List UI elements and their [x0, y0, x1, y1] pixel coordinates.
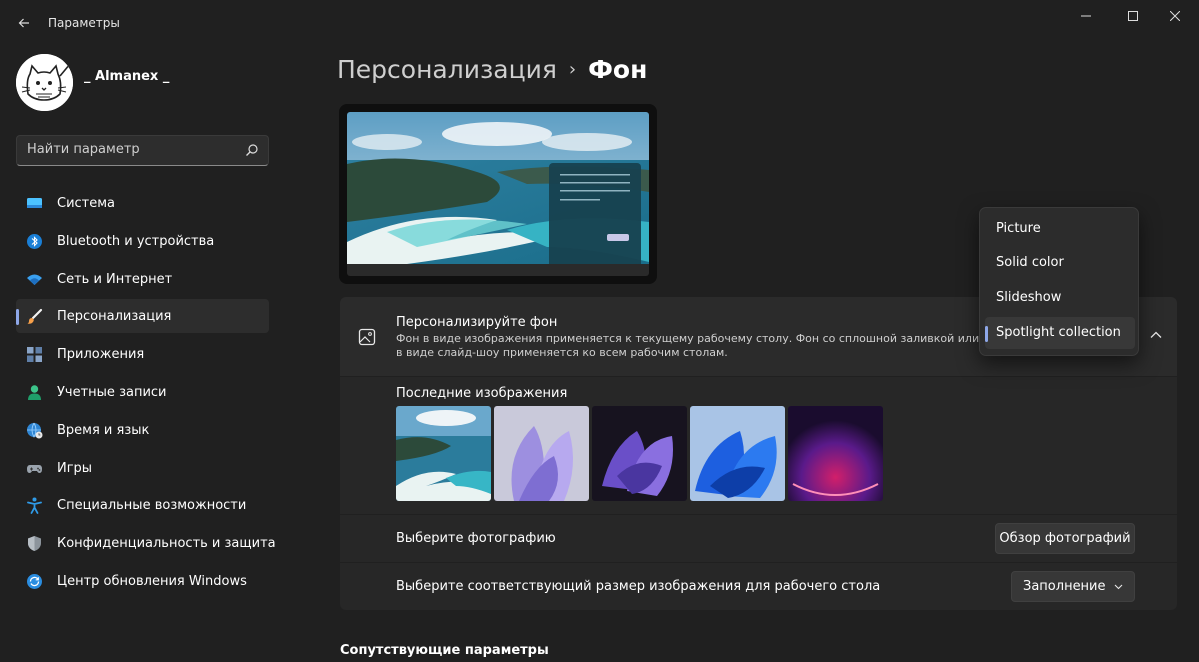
related-settings-heading: Сопутствующие параметры	[340, 643, 549, 658]
back-button[interactable]	[10, 10, 38, 36]
dropdown-option-label: Picture	[996, 221, 1041, 236]
globe-clock-icon	[27, 422, 43, 439]
minimize-button[interactable]	[1063, 0, 1109, 32]
image-fit-select[interactable]: Заполнение	[1011, 571, 1135, 602]
maximize-icon	[1128, 11, 1138, 21]
choose-photo-label: Выберите фотографию	[396, 531, 556, 546]
sidebar-item-label: Конфиденциальность и защита	[57, 536, 276, 552]
sidebar-nav: Система Bluetooth и устройства Сеть и Ин…	[16, 186, 276, 602]
sidebar-item-windows-update[interactable]: Центр обновления Windows	[16, 564, 269, 598]
breadcrumb-separator: ›	[568, 59, 577, 80]
maximize-button[interactable]	[1110, 0, 1156, 32]
cat-avatar-icon	[16, 54, 73, 111]
sidebar-item-label: Время и язык	[57, 422, 150, 438]
browse-photos-button[interactable]: Обзор фотографий	[995, 523, 1135, 554]
accessibility-icon	[27, 497, 42, 515]
chevron-up-icon[interactable]	[1149, 328, 1163, 342]
image-fit-value: Заполнение	[1023, 579, 1106, 594]
breadcrumb: Персонализация › Фон	[337, 55, 647, 91]
search-input[interactable]	[27, 142, 237, 157]
recent-image-beach[interactable]	[396, 406, 491, 501]
image-fit-label: Выберите соответствующий размер изображе…	[396, 579, 881, 594]
minimize-icon	[1081, 15, 1091, 17]
image-fit-row: Выберите соответствующий размер изображе…	[340, 563, 1177, 610]
sidebar-item-time-language[interactable]: Время и язык	[16, 413, 269, 447]
dropdown-option-solid-color[interactable]: Solid color	[985, 247, 1135, 279]
recent-image-purple-bloom-dark[interactable]	[592, 406, 687, 501]
shield-icon	[28, 536, 41, 552]
sidebar-item-label: Персонализация	[57, 309, 172, 325]
apps-icon	[27, 347, 42, 363]
sidebar-item-gaming[interactable]: Игры	[16, 451, 269, 485]
sidebar-item-network[interactable]: Сеть и Интернет	[16, 262, 269, 296]
recent-image-purple-bloom-light[interactable]	[494, 406, 589, 501]
sidebar-item-label: Система	[57, 196, 116, 211]
choose-photo-row: Выберите фотографию Обзор фотографий	[340, 515, 1177, 562]
person-icon	[28, 385, 41, 400]
blue-bloom-thumbnail	[690, 406, 785, 501]
dropdown-option-label: Solid color	[996, 255, 1064, 270]
sidebar-item-label: Bluetooth и устройства	[57, 233, 215, 249]
sidebar-item-personalization[interactable]: Персонализация	[16, 299, 269, 334]
desktop-preview	[339, 104, 657, 284]
wifi-icon	[27, 274, 42, 285]
sidebar-item-label: Учетные записи	[57, 384, 167, 400]
gamepad-icon	[27, 464, 42, 473]
page-title: Фон	[588, 55, 648, 84]
sidebar-item-label: Центр обновления Windows	[57, 573, 247, 589]
sidebar-item-system[interactable]: Система	[16, 186, 269, 220]
brush-icon	[27, 309, 43, 325]
user-name: _ Almanex _	[84, 69, 170, 84]
dropdown-option-picture[interactable]: Picture	[985, 213, 1135, 245]
sidebar-item-label: Приложения	[57, 347, 145, 363]
dropdown-option-label: Slideshow	[996, 290, 1062, 305]
red-glow-thumbnail	[788, 406, 883, 501]
recent-image-red-glow[interactable]	[788, 406, 883, 501]
avatar	[16, 54, 73, 111]
recent-images-label: Последние изображения	[396, 386, 568, 401]
beach-wallpaper-image	[347, 112, 649, 276]
beach-thumbnail	[396, 406, 491, 501]
purple-bloom-dark-thumbnail	[592, 406, 687, 501]
image-icon	[358, 328, 376, 346]
breadcrumb-parent[interactable]: Персонализация	[337, 55, 557, 84]
update-icon	[27, 573, 42, 589]
sidebar-item-label: Сеть и Интернет	[57, 271, 173, 287]
purple-bloom-light-thumbnail	[494, 406, 589, 501]
close-button[interactable]	[1152, 0, 1198, 32]
sidebar-item-privacy[interactable]: Конфиденциальность и защита	[16, 526, 276, 560]
app-title: Параметры	[48, 16, 120, 30]
dropdown-option-label: Spotlight collection	[996, 325, 1121, 340]
sidebar-item-label: Специальные возможности	[57, 498, 247, 514]
sidebar-item-accessibility[interactable]: Специальные возможности	[16, 488, 269, 522]
search-box[interactable]	[16, 135, 269, 166]
dropdown-option-slideshow[interactable]: Slideshow	[985, 282, 1135, 314]
sidebar-item-apps[interactable]: Приложения	[16, 337, 269, 371]
dropdown-option-spotlight-collection[interactable]: Spotlight collection	[985, 317, 1135, 349]
monitor-icon	[27, 198, 42, 208]
search-icon[interactable]	[245, 143, 259, 157]
recent-images-section: Последние изображения	[340, 377, 1177, 514]
back-arrow-icon	[18, 18, 29, 28]
chevron-down-icon	[1114, 584, 1123, 590]
recent-image-blue-bloom[interactable]	[690, 406, 785, 501]
card-description: Фон в виде изображения применяется к тек…	[396, 332, 980, 359]
close-icon	[1170, 11, 1180, 21]
sidebar-item-accounts[interactable]: Учетные записи	[16, 375, 269, 409]
background-type-dropdown: Picture Solid color Slideshow Spotlight …	[979, 207, 1139, 356]
card-title: Персонализируйте фон	[396, 315, 558, 330]
sidebar-item-bluetooth[interactable]: Bluetooth и устройства	[16, 224, 269, 258]
bluetooth-icon	[27, 233, 42, 249]
preview-wallpaper	[347, 112, 649, 276]
title-bar: Параметры	[0, 0, 1199, 46]
sidebar-item-label: Игры	[57, 460, 93, 476]
